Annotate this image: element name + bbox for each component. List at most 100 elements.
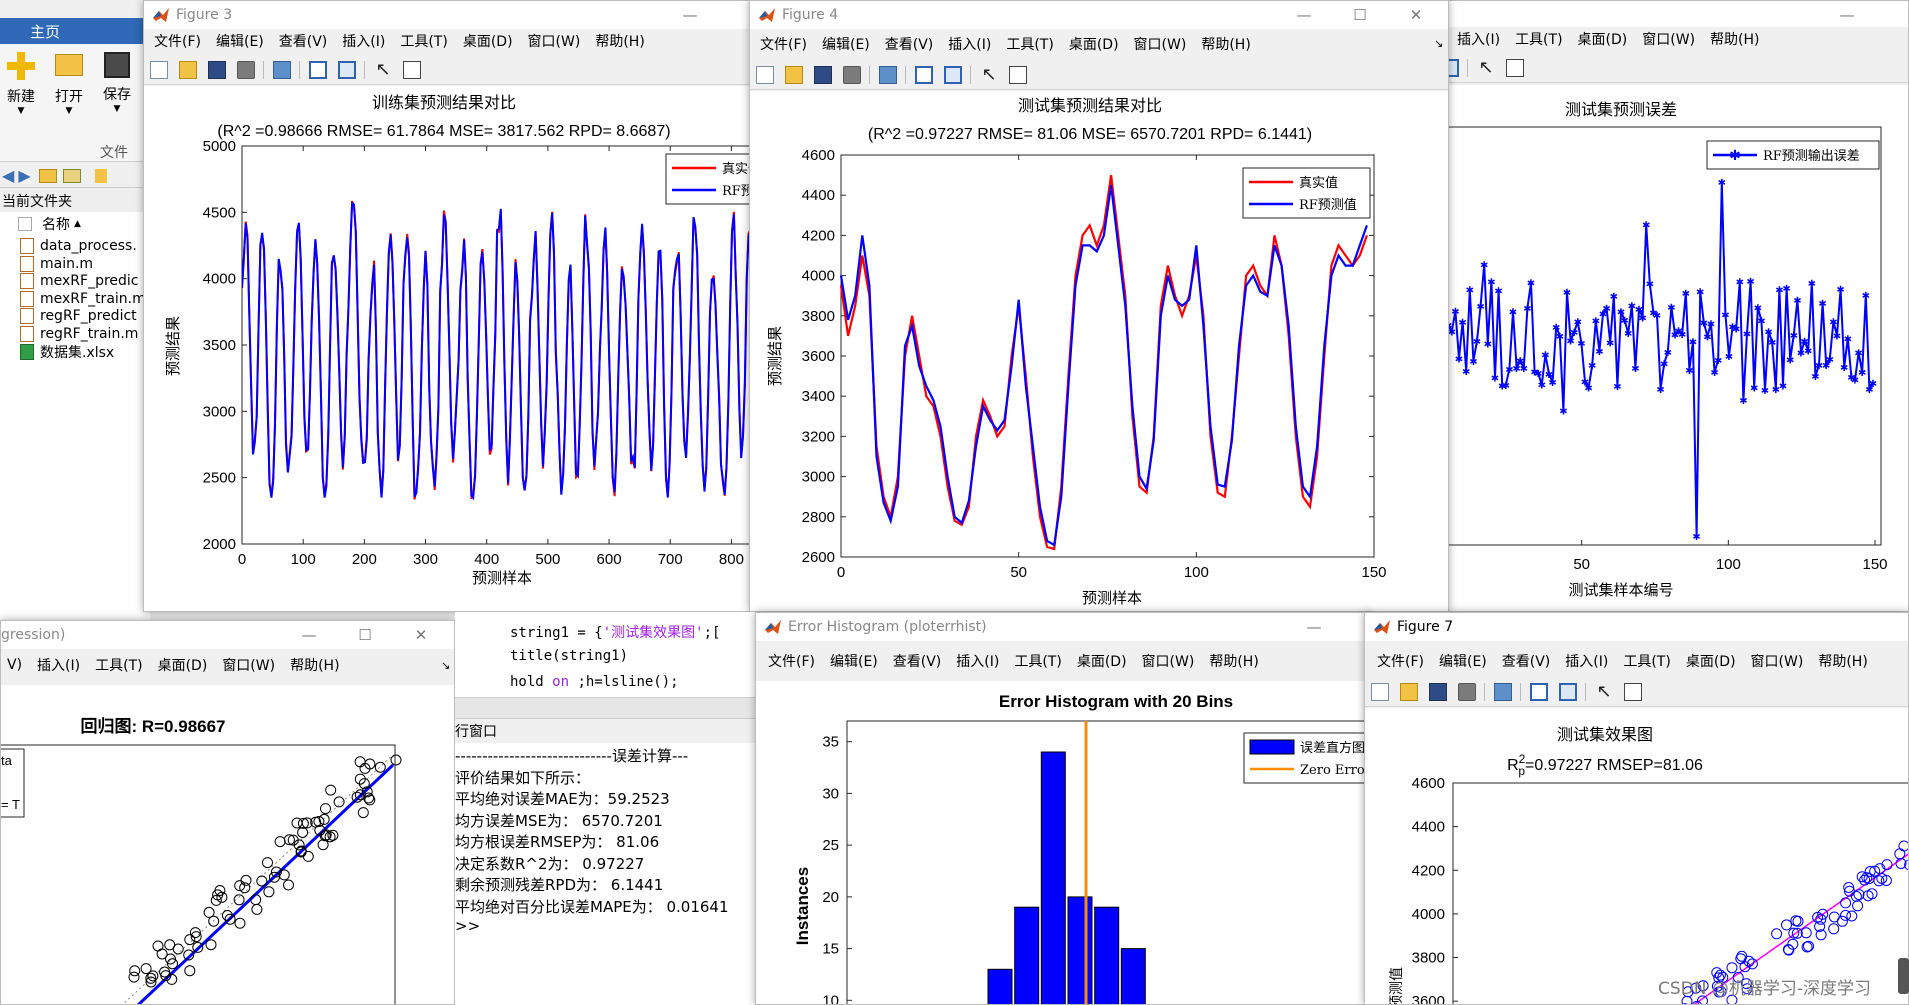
- pointer-icon[interactable]: ↖: [374, 60, 392, 79]
- name-column-header[interactable]: 名称 ▲: [0, 214, 150, 234]
- scroll-handle[interactable]: [1898, 958, 1909, 994]
- save-figure-icon[interactable]: [814, 65, 832, 84]
- back-arrow-icon[interactable]: ◀: [2, 166, 14, 185]
- menu-item[interactable]: 帮助(H): [595, 31, 644, 51]
- menu-item[interactable]: 窗口(W): [1642, 29, 1695, 49]
- menu-item[interactable]: 桌面(D): [1686, 651, 1736, 671]
- minimize-button[interactable]: —: [1821, 1, 1873, 29]
- menu-item[interactable]: 插入(I): [956, 651, 999, 671]
- menu-item[interactable]: 文件(F): [760, 34, 807, 54]
- menu-item[interactable]: 插入(I): [1457, 29, 1500, 49]
- link-plot-icon[interactable]: [273, 60, 291, 79]
- close-button[interactable]: ✕: [395, 621, 447, 649]
- menu-item[interactable]: 编辑(E): [1439, 651, 1487, 671]
- command-prompt[interactable]: >>: [455, 917, 480, 935]
- open-button[interactable]: 打开 ▼: [50, 52, 88, 132]
- menu-item[interactable]: 工具(T): [400, 31, 447, 51]
- menu-item[interactable]: 工具(T): [1623, 651, 1670, 671]
- hide-toolbar-icon[interactable]: [1530, 682, 1548, 701]
- save-figure-icon[interactable]: [1429, 682, 1447, 701]
- new-button[interactable]: 新建 ▼: [2, 52, 40, 132]
- menu-item[interactable]: 插入(I): [37, 655, 80, 675]
- menu-item[interactable]: 插入(I): [342, 31, 385, 51]
- property-inspector-icon[interactable]: [403, 60, 421, 79]
- print-icon[interactable]: [843, 65, 861, 84]
- menu-item[interactable]: 插入(I): [1565, 651, 1608, 671]
- menu-item[interactable]: 窗口(W): [222, 655, 275, 675]
- menu-item[interactable]: 窗口(W): [1134, 34, 1187, 54]
- link-plot-icon[interactable]: [879, 65, 897, 84]
- new-figure-icon[interactable]: [1371, 682, 1389, 701]
- save-button[interactable]: 保存 ▼: [98, 52, 136, 132]
- command-window[interactable]: -----------------------------误差计算--- 评价结果…: [455, 743, 755, 1005]
- menu-item[interactable]: 窗口(W): [1751, 651, 1804, 671]
- menu-item[interactable]: 窗口(W): [1142, 651, 1195, 671]
- menu-item[interactable]: 插入(I): [948, 34, 991, 54]
- save-figure-icon[interactable]: [208, 60, 226, 79]
- minimize-button[interactable]: —: [664, 1, 716, 29]
- menu-item[interactable]: 帮助(H): [1209, 651, 1258, 671]
- print-icon[interactable]: [237, 60, 255, 79]
- menu-item[interactable]: 帮助(H): [1818, 651, 1867, 671]
- close-button[interactable]: ✕: [1390, 1, 1442, 29]
- toolbar-overflow-icon[interactable]: ↘: [1434, 37, 1443, 50]
- menu-item[interactable]: 工具(T): [1014, 651, 1061, 671]
- browse-folder-icon[interactable]: [62, 168, 81, 183]
- editor-splitter[interactable]: [455, 697, 755, 719]
- pointer-icon[interactable]: ↖: [1477, 58, 1495, 77]
- menu-item[interactable]: 文件(F): [768, 651, 815, 671]
- y-tick-label: 5000: [203, 138, 236, 155]
- maximize-button[interactable]: ☐: [339, 621, 391, 649]
- home-tab[interactable]: 主页: [0, 18, 150, 44]
- menu-item[interactable]: 窗口(W): [528, 31, 581, 51]
- minimize-button[interactable]: —: [1278, 1, 1330, 29]
- open-file-icon[interactable]: [179, 60, 197, 79]
- pointer-icon[interactable]: ↖: [1595, 682, 1613, 701]
- path-folder-icon[interactable]: [94, 168, 107, 183]
- property-inspector-icon[interactable]: [1009, 65, 1027, 84]
- menu-item[interactable]: 桌面(D): [1069, 34, 1119, 54]
- menu-item[interactable]: 桌面(D): [1077, 651, 1127, 671]
- open-file-icon[interactable]: [785, 65, 803, 84]
- menu-item[interactable]: 编辑(E): [216, 31, 264, 51]
- open-file-icon[interactable]: [1400, 682, 1418, 701]
- menu-item[interactable]: 桌面(D): [1578, 29, 1628, 49]
- menu-item[interactable]: 帮助(H): [1710, 29, 1759, 49]
- maximize-button[interactable]: ☐: [1334, 1, 1386, 29]
- menu-item[interactable]: 工具(T): [1515, 29, 1562, 49]
- hide-toolbar-icon[interactable]: [915, 65, 933, 84]
- menu-item[interactable]: 工具(T): [95, 655, 142, 675]
- new-figure-icon[interactable]: [150, 60, 168, 79]
- forward-arrow-icon[interactable]: ▶: [18, 166, 30, 185]
- property-inspector-icon[interactable]: [1624, 682, 1642, 701]
- property-inspector-icon[interactable]: [1506, 58, 1524, 77]
- dock-icon[interactable]: [944, 65, 962, 84]
- menu-item[interactable]: 帮助(H): [290, 655, 339, 675]
- new-figure-icon[interactable]: [756, 65, 774, 84]
- menu-item[interactable]: 文件(F): [154, 31, 201, 51]
- code-editor[interactable]: string1 = {'测试集效果图';[ title(string1) hol…: [455, 612, 755, 697]
- menu-item[interactable]: 桌面(D): [158, 655, 208, 675]
- menu-item[interactable]: 工具(T): [1006, 34, 1053, 54]
- menu-item[interactable]: 查看(V): [279, 31, 328, 51]
- menu-item[interactable]: 编辑(E): [830, 651, 878, 671]
- pointer-icon[interactable]: ↖: [980, 65, 998, 84]
- toolbar-overflow-icon[interactable]: ↘: [441, 659, 450, 672]
- link-plot-icon[interactable]: [1494, 682, 1512, 701]
- minimize-button[interactable]: —: [1288, 613, 1340, 641]
- print-icon[interactable]: [1458, 682, 1476, 701]
- menu-item[interactable]: 查看(V): [1502, 651, 1551, 671]
- menu-item[interactable]: 帮助(H): [1201, 34, 1250, 54]
- menu-item[interactable]: 编辑(E): [822, 34, 870, 54]
- minimize-button[interactable]: —: [283, 621, 335, 649]
- menu-item[interactable]: 查看(V): [893, 651, 942, 671]
- dock-icon[interactable]: [338, 60, 356, 79]
- menu-item[interactable]: 桌面(D): [463, 31, 513, 51]
- dock-icon[interactable]: [1559, 682, 1577, 701]
- menu-item[interactable]: V): [7, 657, 22, 673]
- file-item[interactable]: 数据集.xlsx: [0, 342, 114, 362]
- menu-item[interactable]: 查看(V): [885, 34, 934, 54]
- hide-toolbar-icon[interactable]: [309, 60, 327, 79]
- up-folder-icon[interactable]: [38, 168, 57, 183]
- menu-item[interactable]: 文件(F): [1377, 651, 1424, 671]
